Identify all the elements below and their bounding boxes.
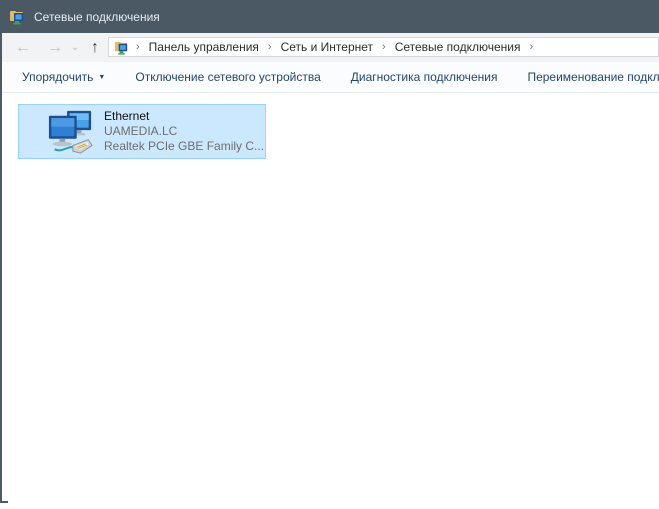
title-bar: Сетевые подключения	[0, 0, 659, 33]
window-border-bottom	[0, 501, 8, 503]
address-location-icon	[114, 40, 129, 55]
connection-item-ethernet[interactable]: Ethernet UAMEDIA.LC Realtek PCIe GBE Fam…	[18, 104, 266, 159]
disable-device-button[interactable]: Отключение сетевого устройства	[135, 70, 320, 84]
breadcrumb-network-internet[interactable]: Сеть и Интернет	[279, 40, 375, 54]
diagnose-connection-button[interactable]: Диагностика подключения	[351, 70, 498, 84]
recent-locations-chevron-icon[interactable]: ⌄	[68, 33, 82, 62]
breadcrumb-chevron-icon: ›	[134, 41, 142, 53]
breadcrumb-network-connections[interactable]: Сетевые подключения	[393, 40, 523, 54]
breadcrumb-chevron-icon[interactable]: ›	[266, 41, 274, 53]
connection-text: Ethernet UAMEDIA.LC Realtek PCIe GBE Fam…	[104, 109, 264, 154]
breadcrumb-chevron-icon[interactable]: ›	[380, 41, 388, 53]
rename-connection-label: Переименование подключения	[527, 70, 659, 84]
chevron-down-icon: ▼	[98, 74, 105, 81]
connections-list: Ethernet UAMEDIA.LC Realtek PCIe GBE Fam…	[2, 93, 659, 501]
connection-adapter: Realtek PCIe GBE Family C...	[104, 139, 264, 154]
disable-device-label: Отключение сетевого устройства	[135, 70, 320, 84]
window-title: Сетевые подключения	[34, 10, 160, 24]
back-icon[interactable]: ←	[10, 33, 36, 62]
up-icon[interactable]: ↑	[82, 33, 108, 62]
address-bar[interactable]: › Панель управления › Сеть и Интернет › …	[108, 37, 659, 57]
command-bar: Упорядочить ▼ Отключение сетевого устрой…	[2, 62, 659, 93]
forward-icon[interactable]: →	[42, 33, 68, 62]
breadcrumb-chevron-icon[interactable]: ›	[527, 41, 535, 53]
diagnose-connection-label: Диагностика подключения	[351, 70, 498, 84]
ethernet-adapter-icon	[47, 109, 93, 155]
organize-button[interactable]: Упорядочить ▼	[22, 70, 105, 84]
navigation-bar: ← → ⌄ ↑ › Панель управления › Сеть и Инт…	[2, 33, 659, 62]
breadcrumb-control-panel[interactable]: Панель управления	[147, 40, 261, 54]
organize-label: Упорядочить	[22, 70, 93, 84]
connection-name: Ethernet	[104, 109, 264, 124]
rename-connection-button[interactable]: Переименование подключения	[527, 70, 659, 84]
connection-network: UAMEDIA.LC	[104, 124, 264, 139]
network-connections-icon	[9, 9, 25, 25]
